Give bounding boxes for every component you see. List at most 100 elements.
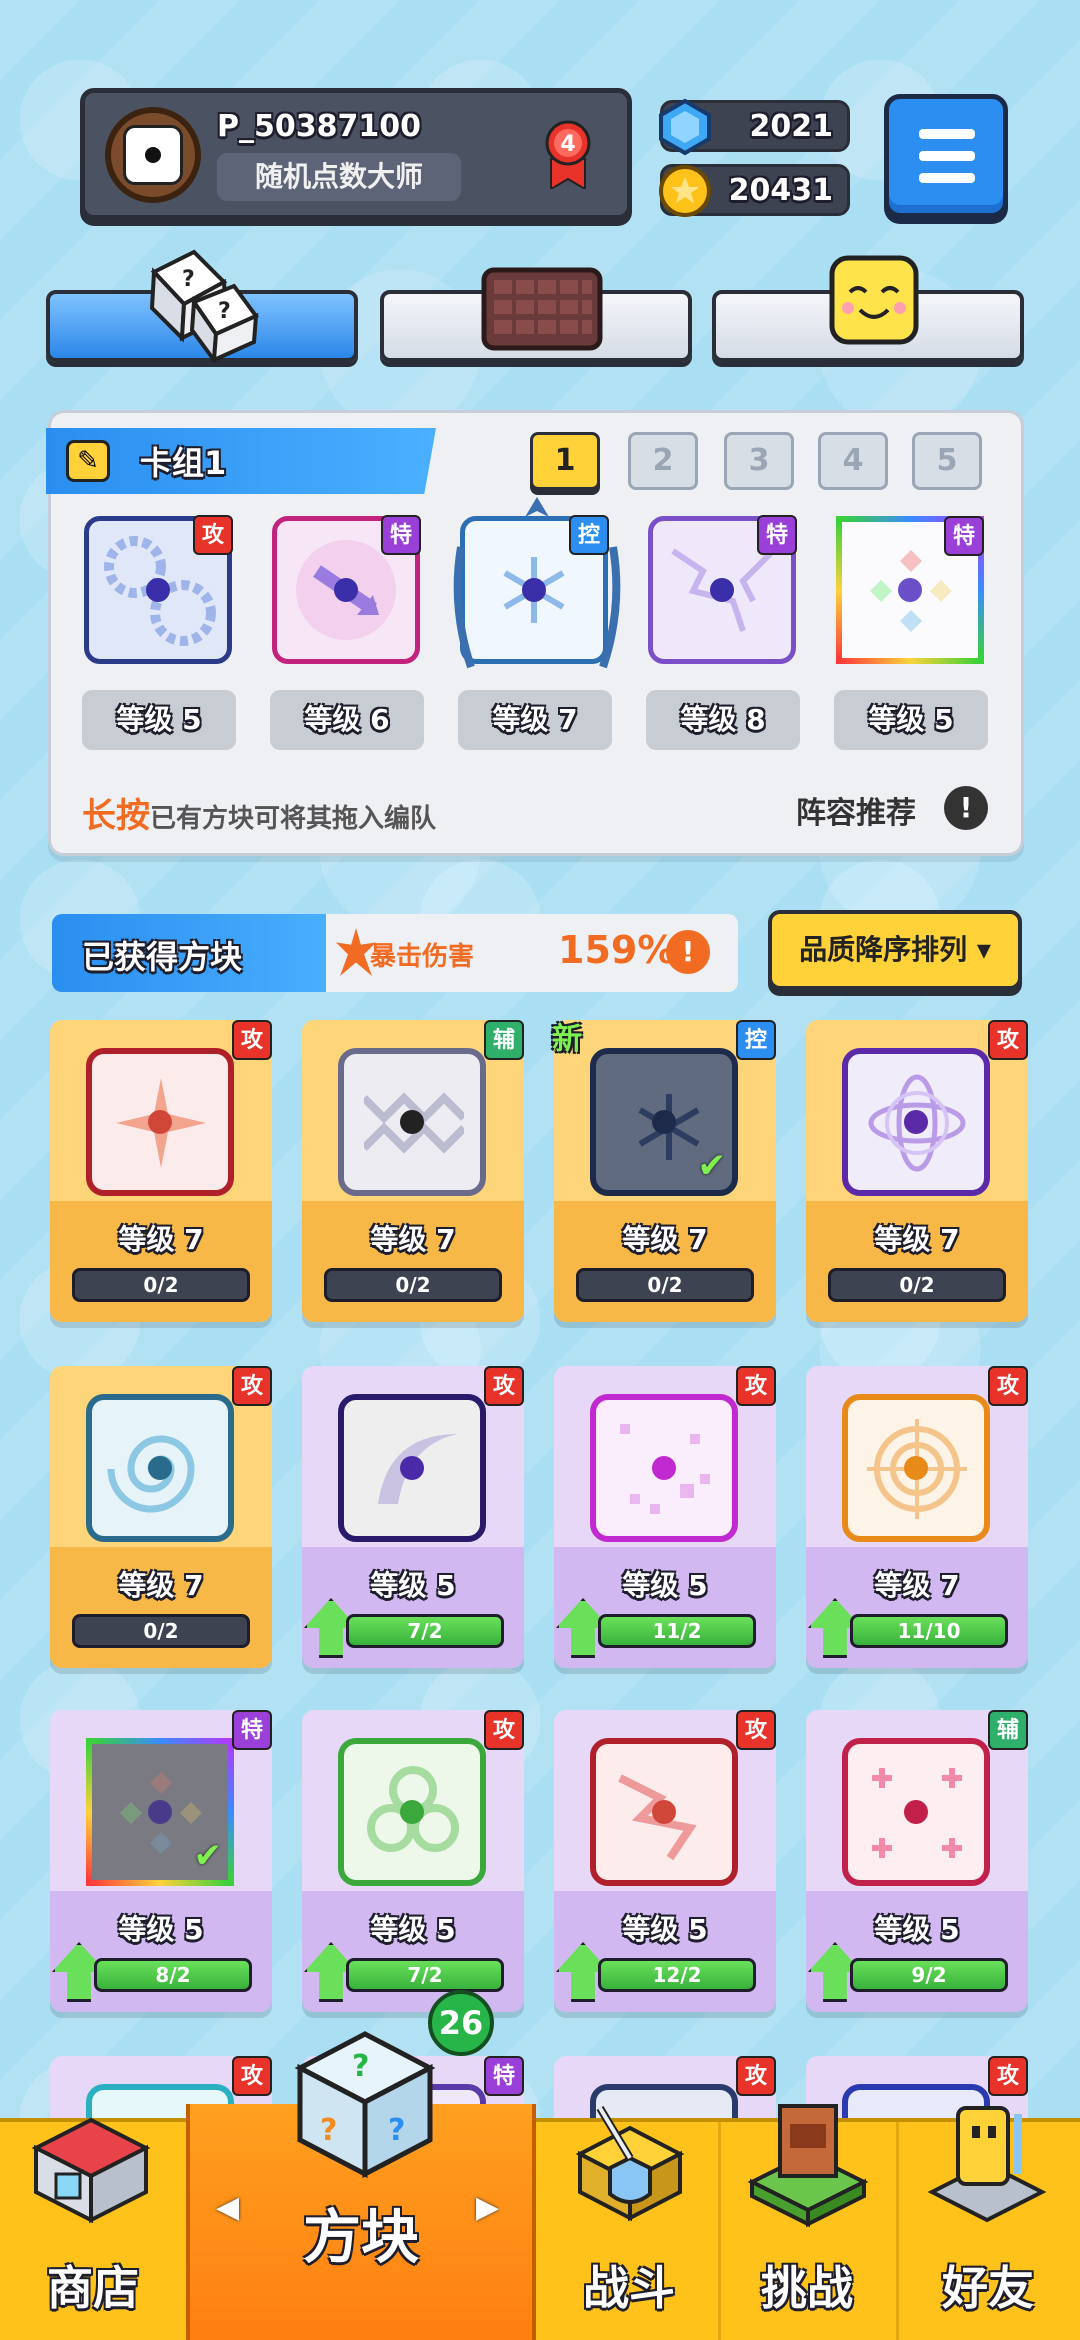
block-card[interactable]: 攻 等级 7 11/10 [806, 1366, 1028, 1668]
block-progress: 0/2 [576, 1268, 754, 1302]
block-tag: 攻 [232, 1366, 272, 1406]
deck-card-level: 等级 7 [458, 690, 612, 750]
deck-hint: 长按已有方块可将其拖入编队 [82, 788, 436, 837]
nav-battle-label: 战斗 [583, 2261, 675, 2315]
crit-damage-panel[interactable]: 暴击伤害 159% ! [326, 914, 738, 992]
deck-card-arrow[interactable]: 特 [272, 515, 421, 664]
block-tag: 攻 [736, 1366, 776, 1406]
block-tag: 攻 [484, 1710, 524, 1750]
block-level: 等级 7 [118, 1223, 204, 1256]
nav-challenge[interactable]: 挑战 [718, 2104, 896, 2340]
block-art [338, 1394, 486, 1542]
svg-text:?: ? [352, 2049, 369, 2084]
deck-title: 卡组1 [140, 444, 227, 482]
deck-select-3[interactable]: 3 [724, 432, 794, 490]
coin-icon [659, 165, 711, 217]
block-card[interactable]: ✔ 特 等级 5 8/2 [50, 1710, 272, 2012]
crit-value: 159% [558, 928, 676, 972]
blocks-count-badge: 26 [428, 1990, 494, 2056]
deck-select-5[interactable]: 5 [912, 432, 982, 490]
rank-level: 4 [560, 132, 575, 157]
deck-card-rainbow[interactable]: 特 [836, 516, 984, 664]
deck-card-crack[interactable]: 特 [648, 515, 797, 664]
nav-friends[interactable]: 好友 [896, 2106, 1080, 2340]
new-badge: 新 [552, 1022, 582, 1057]
coin-counter[interactable]: 20431 [659, 164, 850, 217]
avatar[interactable] [105, 107, 201, 203]
tab-emoji[interactable] [712, 255, 1024, 362]
deck-card-snow[interactable]: 控 [453, 497, 621, 669]
block-card[interactable]: 攻 等级 5 11/2 [554, 1366, 776, 1668]
gem-icon [659, 98, 711, 156]
block-progress: 11/10 [850, 1614, 1008, 1648]
block-art [338, 1048, 486, 1196]
gem-count: 2021 [749, 109, 834, 144]
block-card[interactable]: 新 ✔ 控 等级 7 0/2 [552, 1020, 776, 1322]
deck-card-gear[interactable]: 攻 [84, 515, 233, 664]
player-profile-panel[interactable]: P_50387100 随机点数大师 4 [80, 88, 632, 220]
check-icon: ✔ [193, 1836, 223, 1876]
block-card[interactable]: 攻 等级 7 0/2 [50, 1020, 272, 1322]
block-level: 等级 5 [622, 1913, 708, 1946]
block-art [590, 1738, 738, 1886]
nav-battle[interactable]: 战斗 [540, 2105, 718, 2340]
deck-select-1[interactable]: 1 [530, 432, 600, 490]
deck-card-tag: 特 [381, 515, 421, 555]
check-icon: ✔ [697, 1146, 727, 1186]
block-card[interactable]: 攻 等级 5 7/2 [302, 1366, 524, 1668]
block-tag: 攻 [736, 1710, 776, 1750]
nav-prev-arrow[interactable]: ◀ [216, 2190, 239, 2225]
block-art [86, 1394, 234, 1542]
deck-card-tag: 特 [944, 516, 984, 556]
block-card[interactable]: 攻 等级 5 12/2 [554, 1710, 776, 2012]
nav-shop[interactable]: 商店 [0, 2117, 186, 2340]
board-tab-icon [481, 267, 603, 351]
block-progress: 11/2 [598, 1614, 756, 1648]
block-art [842, 1048, 990, 1196]
lineup-recommend-label[interactable]: 阵容推荐 [796, 788, 916, 832]
block-tag: 攻 [988, 1366, 1028, 1406]
shop-icon [31, 2117, 151, 2224]
block-level: 等级 5 [874, 1913, 960, 1946]
block-tag: 攻 [988, 2056, 1028, 2096]
block-card[interactable]: 辅 等级 7 0/2 [302, 1020, 524, 1322]
nav-challenge-label: 挑战 [761, 2261, 853, 2315]
svg-text:?: ? [320, 2113, 337, 2148]
block-card[interactable]: 攻 等级 7 0/2 [50, 1366, 272, 1668]
block-level: 等级 5 [370, 1913, 456, 1946]
friend-robot-icon [927, 2106, 1047, 2223]
block-card[interactable]: 攻 等级 7 0/2 [806, 1020, 1028, 1322]
block-level: 等级 5 [622, 1569, 708, 1602]
obtained-title: 已获得方块 [82, 938, 243, 976]
player-name: P_50387100 [217, 109, 421, 144]
block-card[interactable]: 辅 等级 5 9/2 [806, 1710, 1028, 2012]
nav-shop-label: 商店 [47, 2261, 139, 2315]
sort-button[interactable]: 品质降序排列 ▾ [768, 910, 1022, 990]
rank-badge-icon[interactable]: 4 [545, 119, 591, 189]
block-art [842, 1394, 990, 1542]
tab-board[interactable] [380, 267, 692, 362]
deck-select-4[interactable]: 4 [818, 432, 888, 490]
deck-card-tag: 攻 [193, 515, 233, 555]
coin-count: 20431 [728, 173, 833, 208]
deck-select-2[interactable]: 2 [628, 432, 698, 490]
svg-text:?: ? [182, 267, 195, 292]
block-progress: 9/2 [850, 1958, 1008, 1992]
nav-friends-label: 好友 [942, 2261, 1034, 2315]
tab-dice[interactable]: ? ? [46, 249, 358, 362]
deck-title-bar[interactable]: ✎ 卡组1 [46, 428, 436, 494]
deck-card-level: 等级 5 [834, 690, 988, 750]
pencil-icon[interactable]: ✎ [66, 440, 110, 482]
block-tag: 攻 [232, 2056, 272, 2096]
deck-card-tag: 控 [569, 515, 609, 555]
gem-counter[interactable]: 2021 [659, 98, 850, 156]
info-icon[interactable]: ! [944, 786, 988, 830]
info-icon[interactable]: ! [666, 930, 710, 974]
menu-button[interactable] [884, 94, 1008, 218]
block-level: 等级 5 [118, 1913, 204, 1946]
challenge-tower-icon [747, 2104, 869, 2228]
svg-text:?: ? [218, 299, 231, 324]
block-progress: 7/2 [346, 1614, 504, 1648]
nav-next-arrow[interactable]: ▶ [476, 2190, 499, 2225]
block-card[interactable]: 攻 等级 5 7/2 [302, 1710, 524, 2012]
